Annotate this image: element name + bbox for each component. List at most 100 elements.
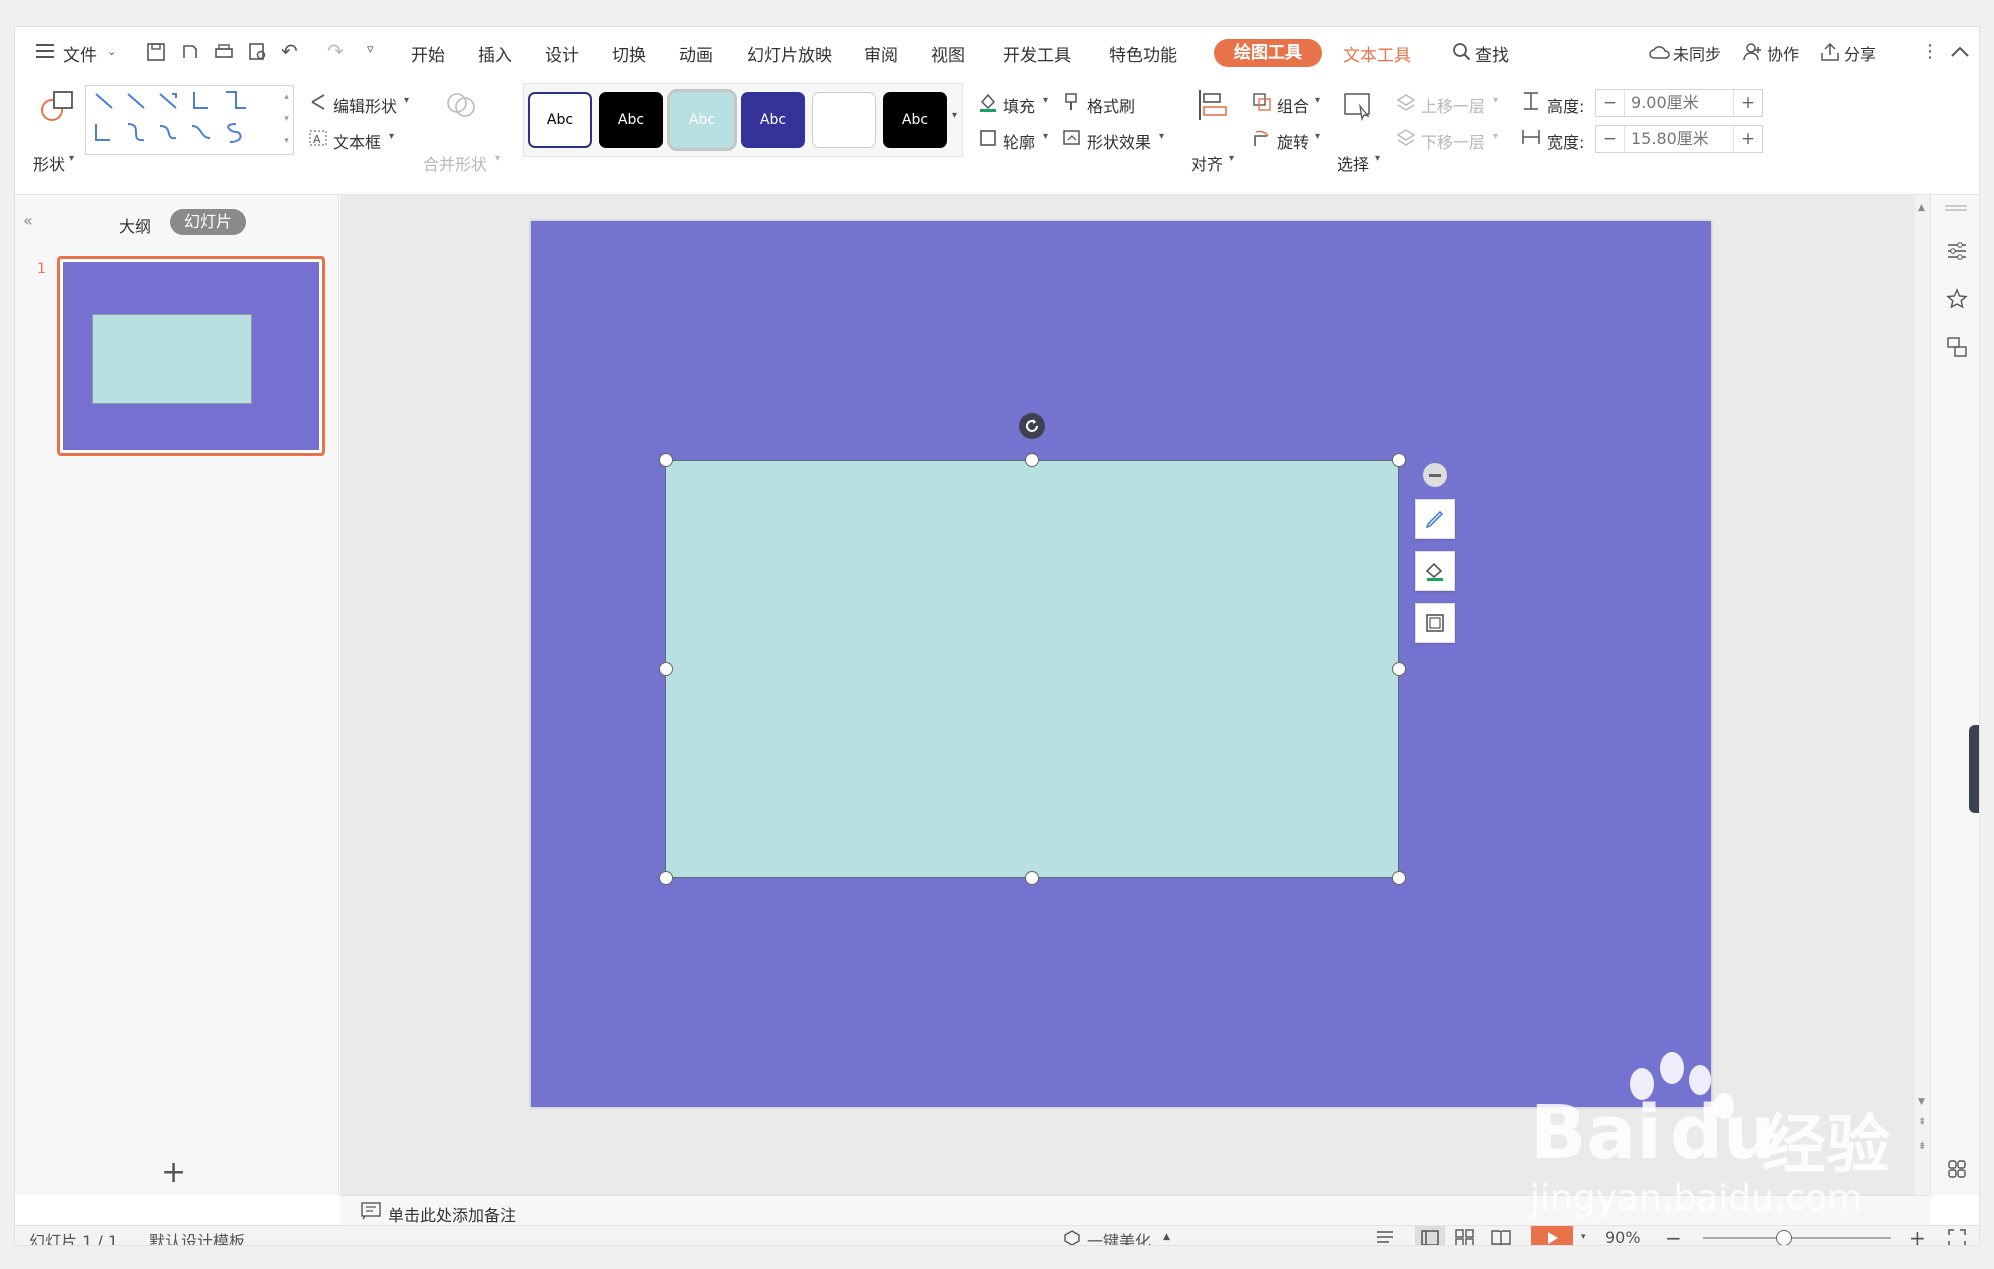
tab-text-tools[interactable]: 文本工具 <box>1343 41 1411 66</box>
customize-toolbar-icon[interactable]: ▿ <box>367 42 374 57</box>
add-slide-button[interactable]: + <box>161 1155 186 1190</box>
chevron-down-icon[interactable]: ▾ <box>1229 153 1234 164</box>
gallery-expand-icon[interactable]: ▾ <box>952 110 957 121</box>
animation-star-icon[interactable] <box>1945 287 1969 311</box>
tab-start[interactable]: 开始 <box>411 41 445 66</box>
style-option-6[interactable]: Abc <box>883 92 947 148</box>
float-outline-button[interactable] <box>1415 603 1455 643</box>
rotate-handle[interactable] <box>1019 413 1045 439</box>
outline-button[interactable]: 轮廓 <box>1003 129 1035 153</box>
collaborate-button[interactable]: 协作 <box>1767 41 1799 65</box>
rotate-icon[interactable] <box>1251 127 1273 149</box>
resize-handle-bottom-left[interactable] <box>659 871 673 885</box>
width-value[interactable]: 15.80厘米 <box>1624 126 1734 152</box>
group-button[interactable]: 组合 <box>1277 93 1309 117</box>
share-button[interactable]: 分享 <box>1844 41 1876 65</box>
shape-effect-button[interactable]: 形状效果 <box>1087 129 1151 153</box>
rotate-button[interactable]: 旋转 <box>1277 129 1309 153</box>
chevron-down-icon[interactable]: ▾ <box>404 95 409 106</box>
edit-shape-button[interactable]: 编辑形状 <box>333 93 397 117</box>
edit-shape-icon[interactable] <box>307 91 329 113</box>
vertical-scrollbar[interactable]: ▲ ▼ ⇞ ⇟ <box>1915 195 1930 1195</box>
height-value[interactable]: 9.00厘米 <box>1624 90 1734 116</box>
template-name[interactable]: 默认设计模板 <box>149 1228 245 1245</box>
fill-button[interactable]: 填充 <box>1003 93 1035 117</box>
chevron-down-icon[interactable]: ▾ <box>1159 131 1164 142</box>
export-icon[interactable] <box>179 41 201 63</box>
line-shapes-icon[interactable] <box>86 86 276 152</box>
tab-design[interactable]: 设计 <box>545 41 579 66</box>
print-icon[interactable] <box>213 41 235 63</box>
tab-view[interactable]: 视图 <box>931 41 965 66</box>
beautify-icon[interactable] <box>1062 1228 1082 1245</box>
hamburger-menu-icon[interactable] <box>35 41 55 61</box>
notes-view-icon[interactable] <box>1375 1228 1399 1245</box>
file-menu[interactable]: 文件 <box>63 41 97 66</box>
shape-effect-icon[interactable] <box>1061 127 1083 149</box>
chevron-down-icon[interactable]: ▾ <box>1315 95 1320 106</box>
undo-icon[interactable]: ↶ <box>281 39 298 63</box>
chevron-down-icon[interactable]: ⌄ <box>107 45 116 58</box>
fill-icon[interactable] <box>977 91 999 113</box>
resize-handle-bottom-right[interactable] <box>1392 871 1406 885</box>
notes-placeholder[interactable]: 单击此处添加备注 <box>388 1202 516 1226</box>
float-style-button[interactable] <box>1415 499 1455 539</box>
select-icon[interactable] <box>1341 89 1375 123</box>
resize-handle-left[interactable] <box>659 662 673 676</box>
cloud-sync-icon[interactable] <box>1649 42 1671 62</box>
width-increment[interactable]: + <box>1734 129 1762 149</box>
selected-rectangle-shape[interactable] <box>665 460 1399 878</box>
style-option-3-selected[interactable]: Abc <box>667 89 737 151</box>
slide-sorter-icon[interactable] <box>1453 1228 1477 1245</box>
transition-icon[interactable] <box>1945 335 1969 359</box>
align-button[interactable]: 对齐 <box>1191 151 1223 175</box>
style-option-2[interactable]: Abc <box>599 92 663 148</box>
more-options-icon[interactable]: ⋮ <box>1921 41 1939 62</box>
collapse-float-toolbar[interactable] <box>1423 463 1447 487</box>
float-fill-button[interactable] <box>1415 551 1455 591</box>
width-field[interactable]: − 15.80厘米 + <box>1595 125 1763 153</box>
resize-handle-top-left[interactable] <box>659 453 673 467</box>
width-decrement[interactable]: − <box>1596 129 1624 149</box>
format-painter-icon[interactable] <box>1061 91 1083 113</box>
tab-special[interactable]: 特色功能 <box>1109 41 1177 66</box>
style-option-5[interactable] <box>812 92 876 148</box>
chevron-down-icon[interactable]: ▾ <box>69 153 74 164</box>
beautify-button[interactable]: 一键美化 <box>1087 1228 1151 1245</box>
share-icon[interactable] <box>1820 42 1840 62</box>
height-decrement[interactable]: − <box>1596 93 1624 113</box>
height-field[interactable]: − 9.00厘米 + <box>1595 89 1763 117</box>
tab-outline[interactable]: 大纲 <box>119 213 151 237</box>
zoom-level[interactable]: 90% <box>1605 1228 1641 1245</box>
chevron-down-icon[interactable]: ▾ <box>1043 131 1048 142</box>
resize-handle-top[interactable] <box>1025 453 1039 467</box>
textbox-icon[interactable]: A <box>307 127 329 149</box>
normal-view-icon[interactable] <box>1415 1226 1445 1245</box>
gallery-scroll[interactable]: ▴ ▾ ▾ <box>280 85 294 155</box>
select-button[interactable]: 选择 <box>1337 151 1369 175</box>
zoom-slider[interactable] <box>1703 1230 1891 1245</box>
save-icon[interactable] <box>145 41 167 63</box>
fit-window-icon[interactable] <box>1947 1228 1967 1245</box>
caret-up-icon[interactable]: ▲ <box>1163 1232 1170 1242</box>
outline-icon[interactable] <box>977 127 999 149</box>
chevron-down-icon[interactable]: ▾ <box>1043 95 1048 106</box>
properties-icon[interactable] <box>1945 239 1969 263</box>
chevron-down-icon[interactable]: ▾ <box>389 131 394 142</box>
tab-review[interactable]: 审阅 <box>864 41 898 66</box>
shape-button-label[interactable]: 形状 <box>33 151 65 175</box>
format-painter-button[interactable]: 格式刷 <box>1087 93 1135 117</box>
style-option-4[interactable]: Abc <box>741 92 805 148</box>
redo-icon[interactable]: ↷ <box>327 39 344 63</box>
tab-developer[interactable]: 开发工具 <box>1003 41 1071 66</box>
slide-thumbnail-1[interactable] <box>57 256 325 456</box>
tab-transition[interactable]: 切换 <box>612 41 646 66</box>
line-shape-gallery[interactable] <box>85 85 281 155</box>
reading-view-icon[interactable] <box>1489 1228 1513 1245</box>
search-button[interactable]: 查找 <box>1475 41 1509 66</box>
collapse-ribbon-icon[interactable] <box>1949 41 1971 61</box>
collapse-panel-icon[interactable]: « <box>23 211 33 230</box>
resize-handle-bottom[interactable] <box>1025 871 1039 885</box>
zoom-slider-thumb[interactable] <box>1776 1230 1792 1245</box>
sync-status[interactable]: 未同步 <box>1673 41 1721 65</box>
